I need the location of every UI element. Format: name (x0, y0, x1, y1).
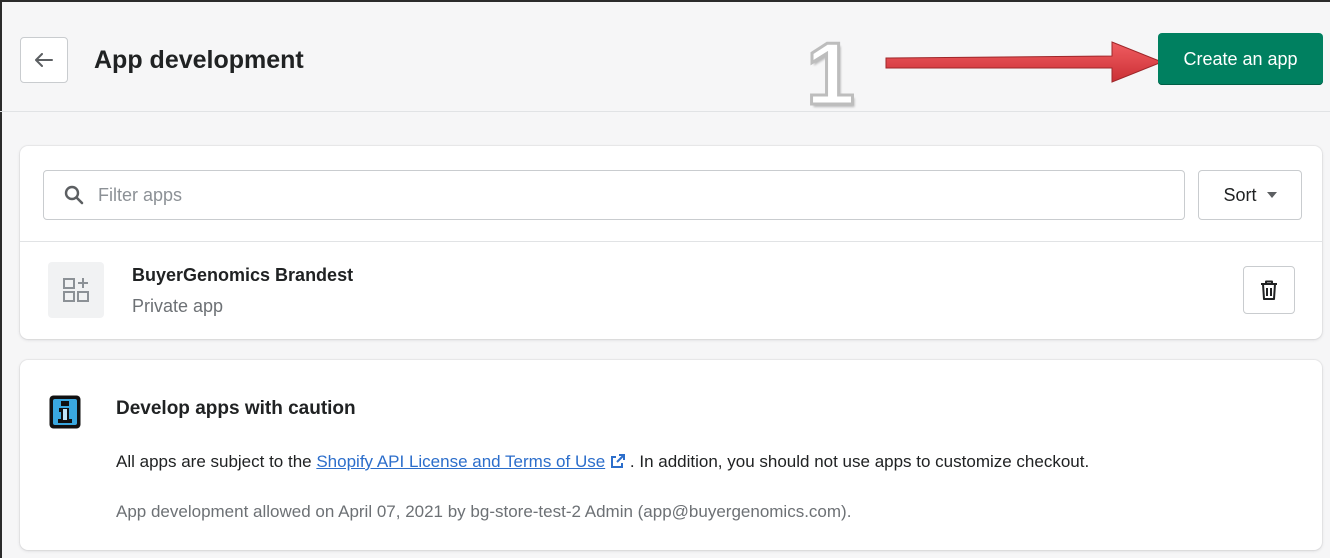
page-header: App development 1 Create an app (0, 0, 1330, 119)
annotation-arrow-icon (885, 41, 1164, 83)
terms-link[interactable]: Shopify API License and Terms of Use (316, 452, 605, 471)
sort-label: Sort (1223, 184, 1257, 205)
arrow-left-icon (35, 53, 53, 67)
trash-icon (1261, 280, 1277, 300)
delete-app-button[interactable] (1243, 266, 1295, 314)
apps-card: Sort BuyerGenomics Brandest Private app (20, 146, 1322, 339)
page-title: App development (94, 46, 304, 74)
search-icon (64, 185, 84, 205)
filter-field[interactable] (43, 170, 1185, 220)
banner-text: All apps are subject to the Shopify API … (116, 452, 1089, 472)
apps-grid-icon (63, 278, 89, 302)
back-button[interactable] (20, 37, 68, 83)
app-name[interactable]: BuyerGenomics Brandest (132, 265, 353, 286)
caret-down-icon (1266, 192, 1277, 198)
banner-note: App development allowed on April 07, 202… (116, 502, 852, 521)
list-item[interactable]: BuyerGenomics Brandest Private app (20, 242, 1322, 339)
banner-text-prefix: All apps are subject to the (116, 452, 317, 471)
create-app-button[interactable]: Create an app (1158, 33, 1323, 85)
banner-title: Develop apps with caution (116, 398, 356, 419)
app-icon (48, 262, 104, 318)
info-icon (49, 395, 81, 429)
caution-banner: Develop apps with caution All apps are s… (20, 360, 1322, 550)
annotation-number: 1 (805, 24, 857, 123)
banner-text-suffix: . In addition, you should not use apps t… (625, 452, 1090, 471)
sort-button[interactable]: Sort (1198, 170, 1302, 220)
filter-input[interactable] (96, 183, 1100, 207)
filter-row: Sort (20, 146, 1322, 242)
app-type: Private app (132, 296, 224, 316)
external-link-icon[interactable] (611, 454, 626, 468)
